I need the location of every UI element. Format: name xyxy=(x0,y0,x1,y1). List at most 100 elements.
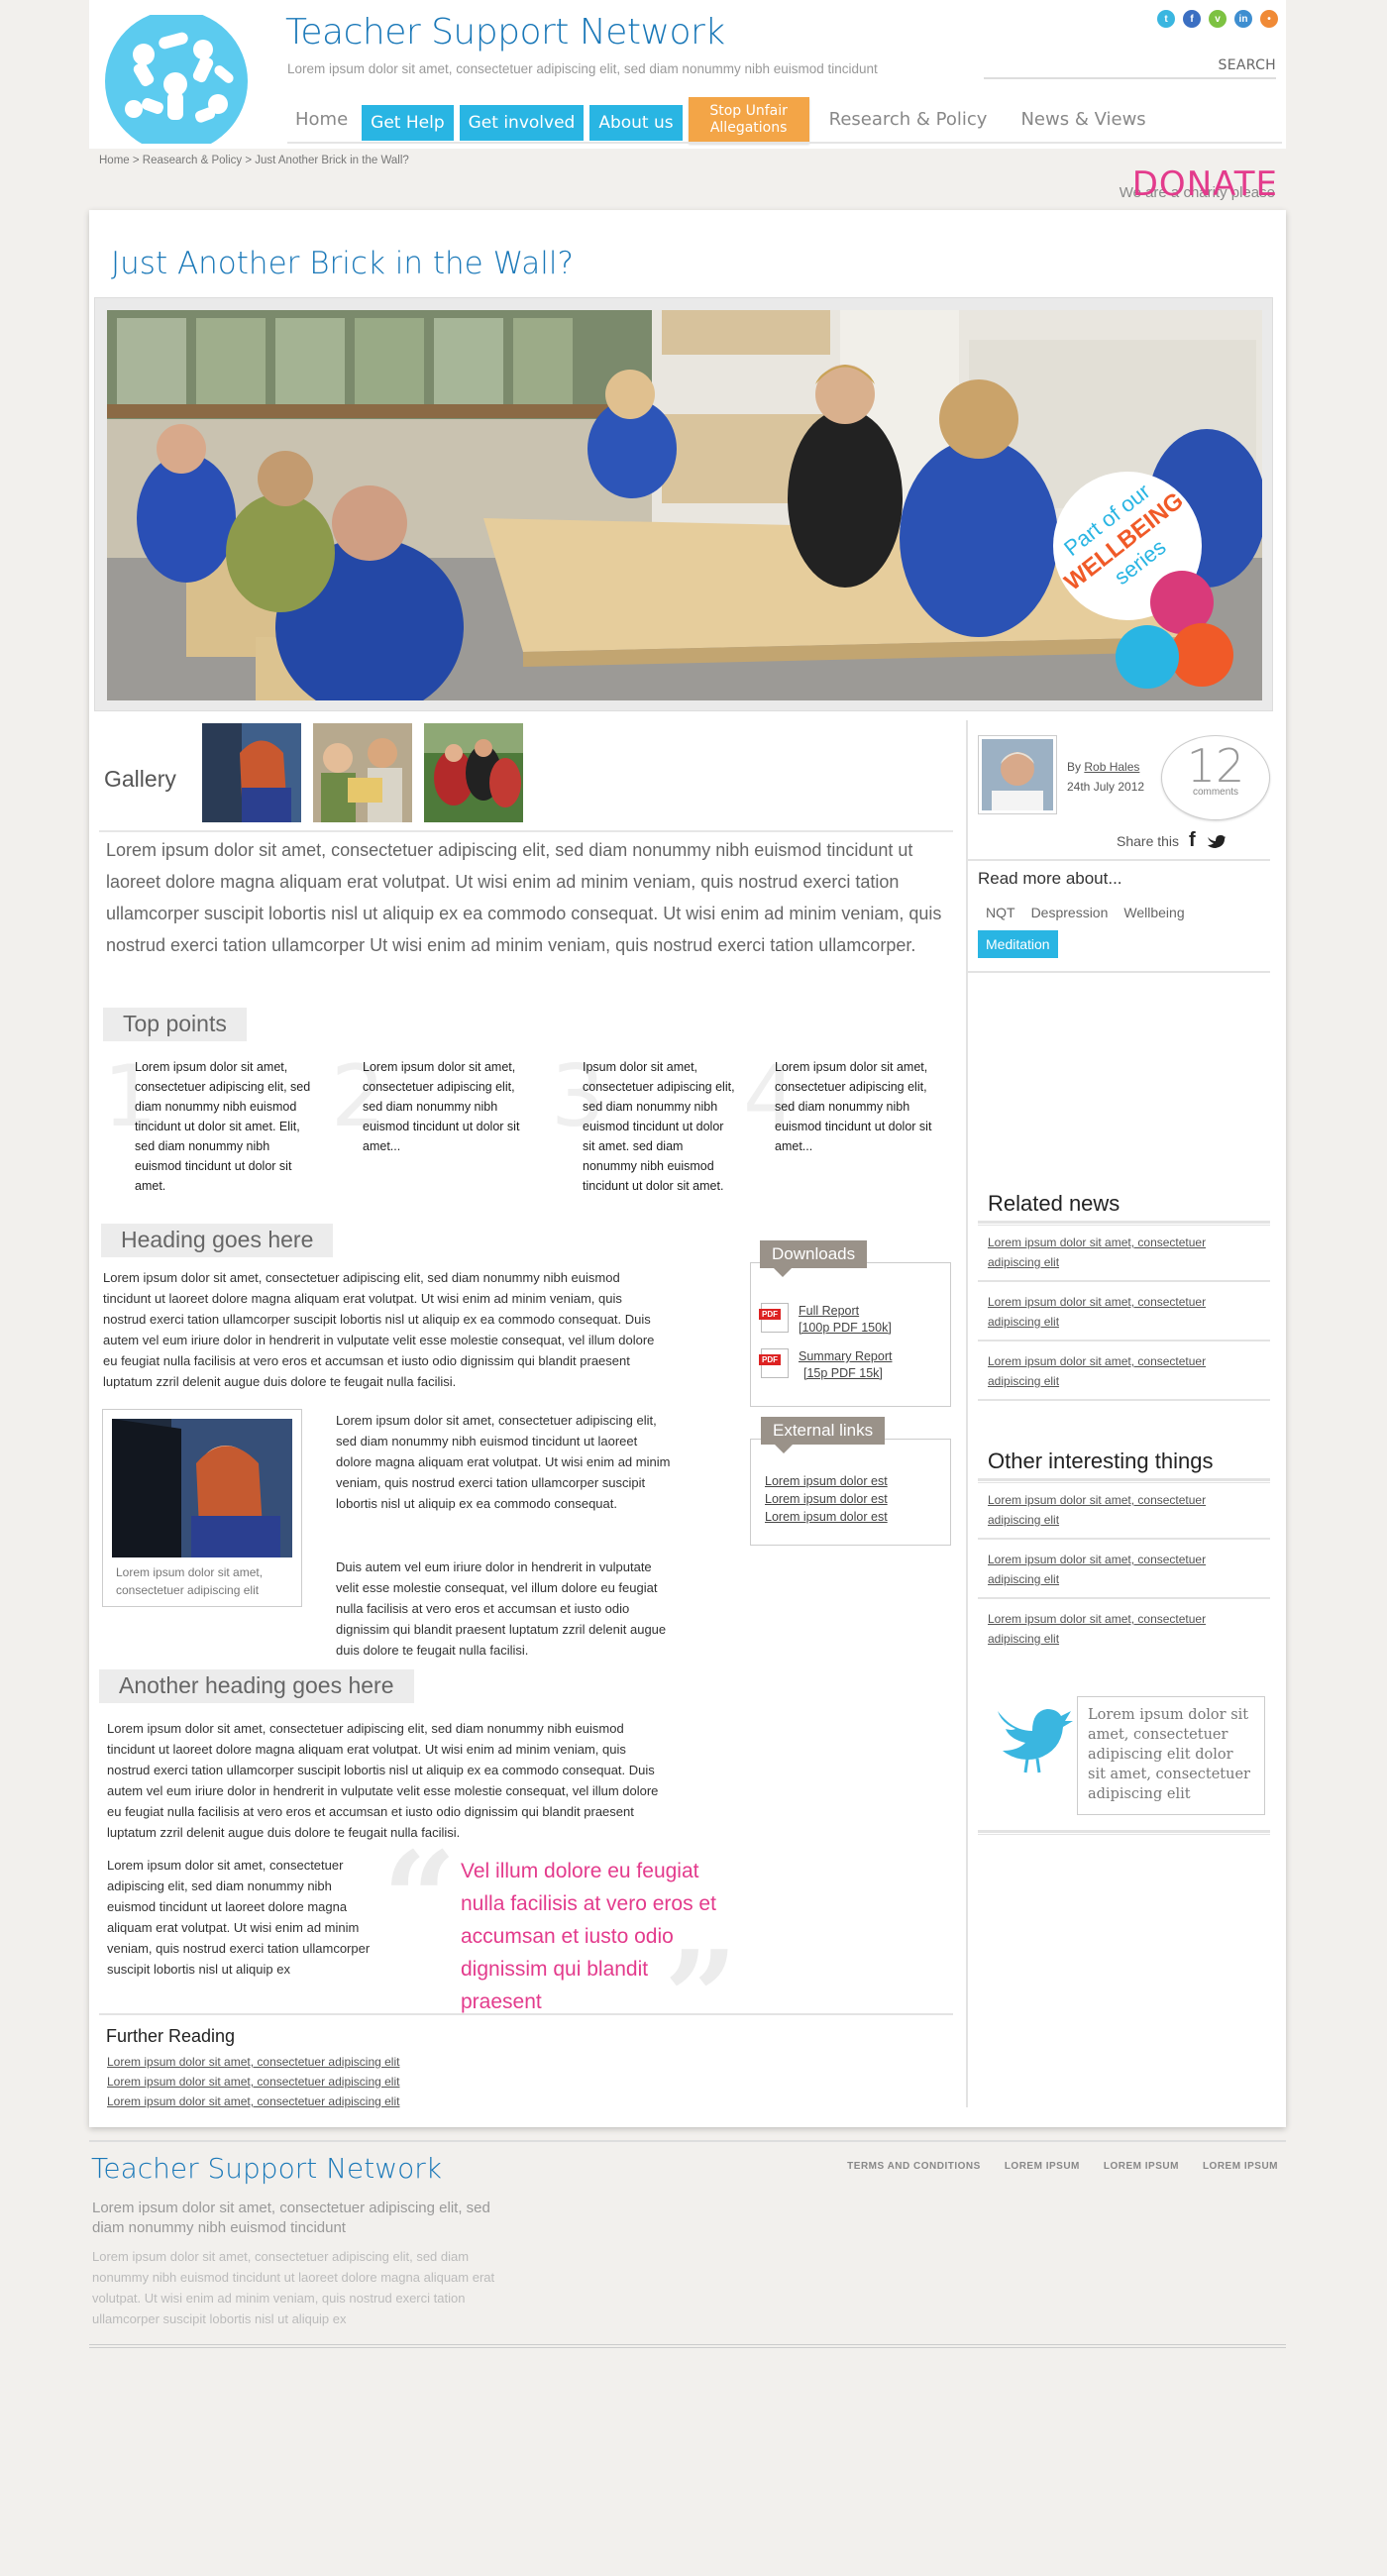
section-heading: Heading goes here xyxy=(101,1224,334,1257)
download-full-report[interactable]: PDF Full Report [100p PDF 150k] xyxy=(759,1303,892,1337)
footer-subtitle: Lorem ipsum dolor sit amet, consectetuer… xyxy=(92,2200,490,2236)
page-title: Just Another Brick in the Wall? xyxy=(111,246,574,281)
downloads-box: PDF Full Report [100p PDF 150k] PDF Summa… xyxy=(750,1262,951,1407)
twitter-share-icon[interactable] xyxy=(1206,833,1226,849)
facebook-share-icon[interactable]: f xyxy=(1189,829,1196,852)
download-summary-report[interactable]: PDF Summary Report [15p PDF 15k] xyxy=(759,1348,892,1382)
gallery-thumb-1[interactable] xyxy=(202,723,301,822)
tag[interactable]: Despression xyxy=(1023,899,1117,926)
logo[interactable] xyxy=(104,10,253,153)
related-news-heading: Related news xyxy=(988,1191,1120,1216)
divider xyxy=(978,1538,1270,1540)
divider xyxy=(978,1399,1270,1401)
tag[interactable]: Wellbeing xyxy=(1116,899,1192,926)
external-link[interactable]: Lorem ipsum dolor est xyxy=(765,1474,888,1488)
site-title[interactable]: Teacher Support Network xyxy=(285,12,725,53)
divider xyxy=(99,830,953,832)
nav-get-involved[interactable]: Get involved xyxy=(459,105,585,141)
twitter-icon[interactable]: t xyxy=(1157,10,1175,28)
other-things-link[interactable]: Lorem ipsum dolor sit amet, consectetuer… xyxy=(988,1550,1245,1589)
site-tagline: Lorem ipsum dolor sit amet, consectetuer… xyxy=(287,61,878,76)
footer-divider xyxy=(89,2344,1286,2348)
footer-link-terms[interactable]: TERMS AND CONDITIONS xyxy=(847,2161,981,2172)
other-things-heading: Other interesting things xyxy=(988,1449,1214,1473)
linkedin-icon[interactable]: in xyxy=(1234,10,1252,28)
nav-about-us[interactable]: About us xyxy=(589,105,683,141)
vimeo-icon[interactable]: v xyxy=(1209,10,1227,28)
donate-link[interactable]: DONATE xyxy=(1132,164,1278,204)
related-news-link[interactable]: Lorem ipsum dolor sit amet, consectetuer… xyxy=(988,1233,1245,1272)
footer-link[interactable]: LOREM IPSUM xyxy=(1005,2161,1080,2172)
nav-divider xyxy=(287,142,1282,144)
nav-get-help[interactable]: Get Help xyxy=(362,105,454,141)
twitter-bird-icon[interactable] xyxy=(988,1691,1077,1780)
tag[interactable]: NQT xyxy=(978,899,1023,926)
other-things-link[interactable]: Lorem ipsum dolor sit amet, consectetuer… xyxy=(988,1490,1245,1530)
quote-open-icon: “ xyxy=(382,1823,457,1975)
tweet-box: Lorem ipsum dolor sit amet, consectetuer… xyxy=(1077,1696,1265,1815)
share-label: Share this xyxy=(1117,832,1180,849)
footer-title[interactable]: Teacher Support Network xyxy=(91,2152,442,2185)
top-points-heading: Top points xyxy=(103,1008,247,1041)
nav-research-policy[interactable]: Research & Policy xyxy=(821,97,996,136)
section-heading: Another heading goes here xyxy=(99,1669,414,1703)
external-links-box: Lorem ipsum dolor est Lorem ipsum dolor … xyxy=(750,1439,951,1546)
rss-icon[interactable]: • xyxy=(1260,10,1278,28)
other-things-link[interactable]: Lorem ipsum dolor sit amet, consectetuer… xyxy=(988,1609,1245,1649)
external-link[interactable]: Lorem ipsum dolor est xyxy=(765,1510,888,1524)
footer-link[interactable]: LOREM IPSUM xyxy=(1203,2161,1278,2172)
gallery-thumb-3[interactable] xyxy=(424,723,523,822)
body-paragraph: Lorem ipsum dolor sit amet, consectetuer… xyxy=(103,1270,655,1389)
search-input[interactable]: SEARCH xyxy=(984,55,1276,79)
gallery-thumb-2[interactable] xyxy=(313,723,412,822)
nav-news-views[interactable]: News & Views xyxy=(1013,97,1153,136)
nav-home[interactable]: Home xyxy=(287,97,356,136)
further-reading-link[interactable]: Lorem ipsum dolor sit amet, consectetuer… xyxy=(107,2055,399,2069)
external-link[interactable]: Lorem ipsum dolor est xyxy=(765,1492,888,1506)
body-paragraph: Duis autem vel eum iriure dolor in hendr… xyxy=(336,1559,667,1658)
tag-active[interactable]: Meditation xyxy=(978,930,1058,958)
figure-caption: Lorem ipsum dolor sit amet, consectetuer… xyxy=(116,1565,264,1597)
avatar[interactable] xyxy=(978,735,1057,814)
comment-count: 12 xyxy=(1186,739,1245,793)
related-news-link[interactable]: Lorem ipsum dolor sit amet, consectetuer… xyxy=(988,1292,1245,1332)
facebook-icon[interactable]: f xyxy=(1183,10,1201,28)
social-icons: t f v in • xyxy=(1157,10,1278,28)
author-meta: By Rob Hales 24th July 2012 xyxy=(1067,757,1144,797)
divider xyxy=(99,2013,953,2015)
divider xyxy=(968,971,1270,973)
tag-list: NQT Despression Wellbeing Meditation xyxy=(978,899,1265,958)
author-link[interactable]: Rob Hales xyxy=(1084,760,1139,774)
nav-stop-unfair-allegations[interactable]: Stop Unfair Allegations xyxy=(688,97,809,143)
top-point-2: 2 Lorem ipsum dolor sit amet, consectetu… xyxy=(331,1054,539,1156)
download-title[interactable]: Summary Report xyxy=(799,1348,892,1365)
figure-image xyxy=(112,1419,292,1557)
breadcrumb[interactable]: Home > Reasearch & Policy > Just Another… xyxy=(99,155,409,166)
comments-bubble[interactable]: 12 comments xyxy=(1161,735,1270,820)
comment-label: comments xyxy=(1192,787,1239,798)
divider xyxy=(978,1597,1270,1599)
further-reading-link[interactable]: Lorem ipsum dolor sit amet, consectetuer… xyxy=(107,2094,399,2108)
footer-link[interactable]: LOREM IPSUM xyxy=(1104,2161,1179,2172)
top-point-1: 1 Lorem ipsum dolor sit amet, consectetu… xyxy=(103,1054,311,1196)
download-meta: [15p PDF 15k] xyxy=(803,1366,883,1380)
divider xyxy=(968,859,1270,861)
download-title[interactable]: Full Report xyxy=(799,1303,892,1320)
share-row: Share this f xyxy=(1117,829,1226,852)
hero-image: Part of our WELLBEING series xyxy=(107,310,1262,700)
top-point-text: Lorem ipsum dolor sit amet, consectetuer… xyxy=(363,1060,520,1153)
body-paragraph: Lorem ipsum dolor sit amet, consectetuer… xyxy=(107,1858,371,1977)
related-news-link[interactable]: Lorem ipsum dolor sit amet, consectetuer… xyxy=(988,1351,1245,1391)
search-label[interactable]: SEARCH xyxy=(1219,57,1276,73)
top-point-3: 3 Ipsum dolor sit amet, consectetuer adi… xyxy=(551,1054,759,1196)
footer-links: TERMS AND CONDITIONS LOREM IPSUM LOREM I… xyxy=(847,2161,1278,2172)
site-header: Teacher Support Network Lorem ipsum dolo… xyxy=(89,0,1286,153)
top-point-4: 4 Lorem ipsum dolor sit amet, consectetu… xyxy=(743,1054,951,1156)
further-reading-link[interactable]: Lorem ipsum dolor sit amet, consectetuer… xyxy=(107,2075,399,2089)
top-point-text: Lorem ipsum dolor sit amet, consectetuer… xyxy=(135,1060,311,1193)
divider xyxy=(978,1340,1270,1342)
figure: Lorem ipsum dolor sit amet, consectetuer… xyxy=(102,1409,302,1607)
external-links-label: External links xyxy=(761,1417,886,1453)
footer-body: Lorem ipsum dolor sit amet, consectetuer… xyxy=(92,2249,495,2326)
heading-rule xyxy=(978,1221,1270,1226)
